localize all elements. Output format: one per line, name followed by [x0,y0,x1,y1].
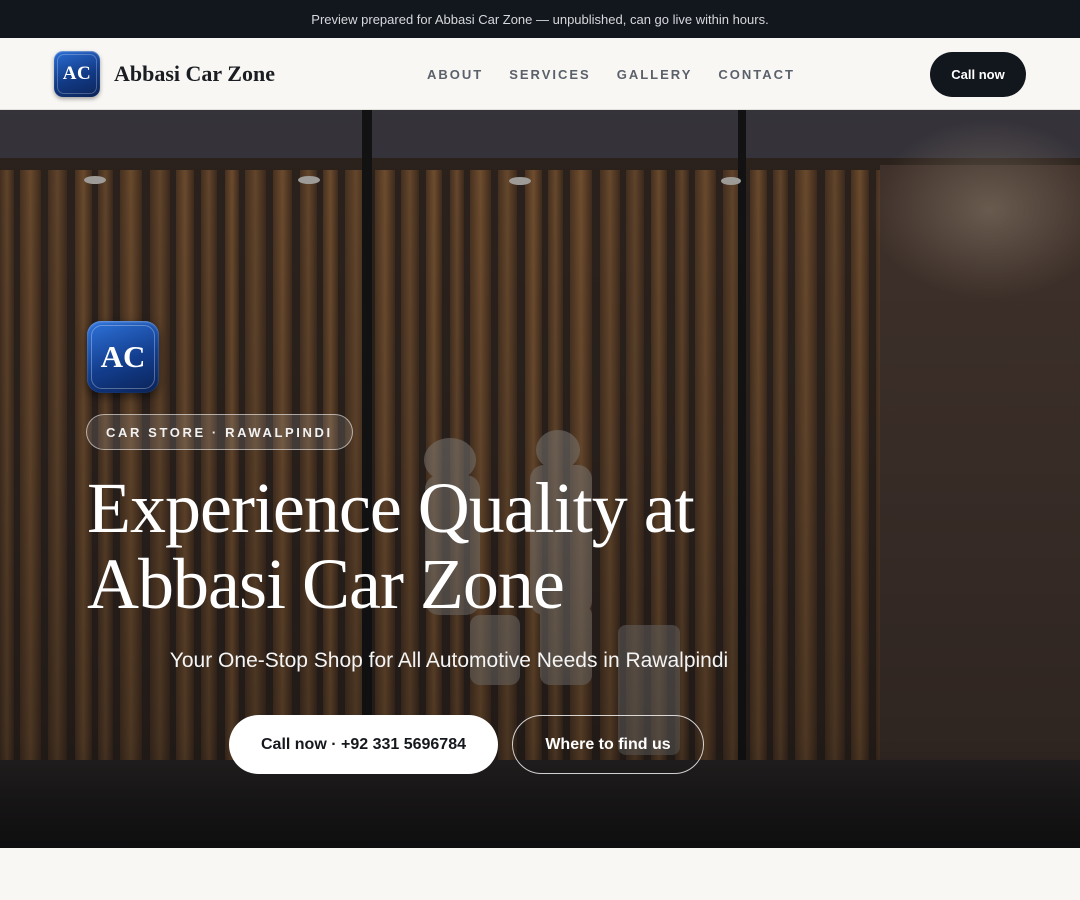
where-to-find-us-button[interactable]: Where to find us [512,715,704,774]
brand-name: Abbasi Car Zone [114,61,275,86]
brand-logo-icon: AC [54,51,100,97]
header-call-button[interactable]: Call now [930,52,1026,97]
brand-logo-text: AC [62,63,92,84]
hero-headline: Experience Quality at Abbasi Car Zone [87,470,807,622]
site-header: AC Abbasi Car Zone ABOUT SERVICES GALLER… [0,38,1080,110]
nav-link-contact[interactable]: CONTACT [718,67,795,82]
nav-link-gallery[interactable]: GALLERY [617,67,693,82]
brand-home-link[interactable]: AC Abbasi Car Zone [54,51,275,97]
nav-link-services[interactable]: SERVICES [509,67,591,82]
hero-logo-icon: AC [87,321,159,393]
nav-link-about[interactable]: ABOUT [427,67,483,82]
hero-logo-text: AC [100,339,146,374]
hero-headline-line-2: Abbasi Car Zone [87,544,565,624]
announcement-bar: Preview prepared for Abbasi Car Zone — u… [0,0,1080,38]
hero-headline-line-1: Experience Quality at [87,468,695,548]
hero-section: AC CAR STORE · RAWALPINDI Experience Qua… [0,110,1080,848]
call-now-phone-button[interactable]: Call now · +92 331 5696784 [229,715,498,774]
category-location-badge: CAR STORE · RAWALPINDI [86,414,353,450]
main-nav: ABOUT SERVICES GALLERY CONTACT [427,38,821,110]
next-section [0,848,1080,900]
announcement-text: Preview prepared for Abbasi Car Zone — u… [311,11,769,27]
hero-subtitle: Your One-Stop Shop for All Automotive Ne… [169,649,729,672]
